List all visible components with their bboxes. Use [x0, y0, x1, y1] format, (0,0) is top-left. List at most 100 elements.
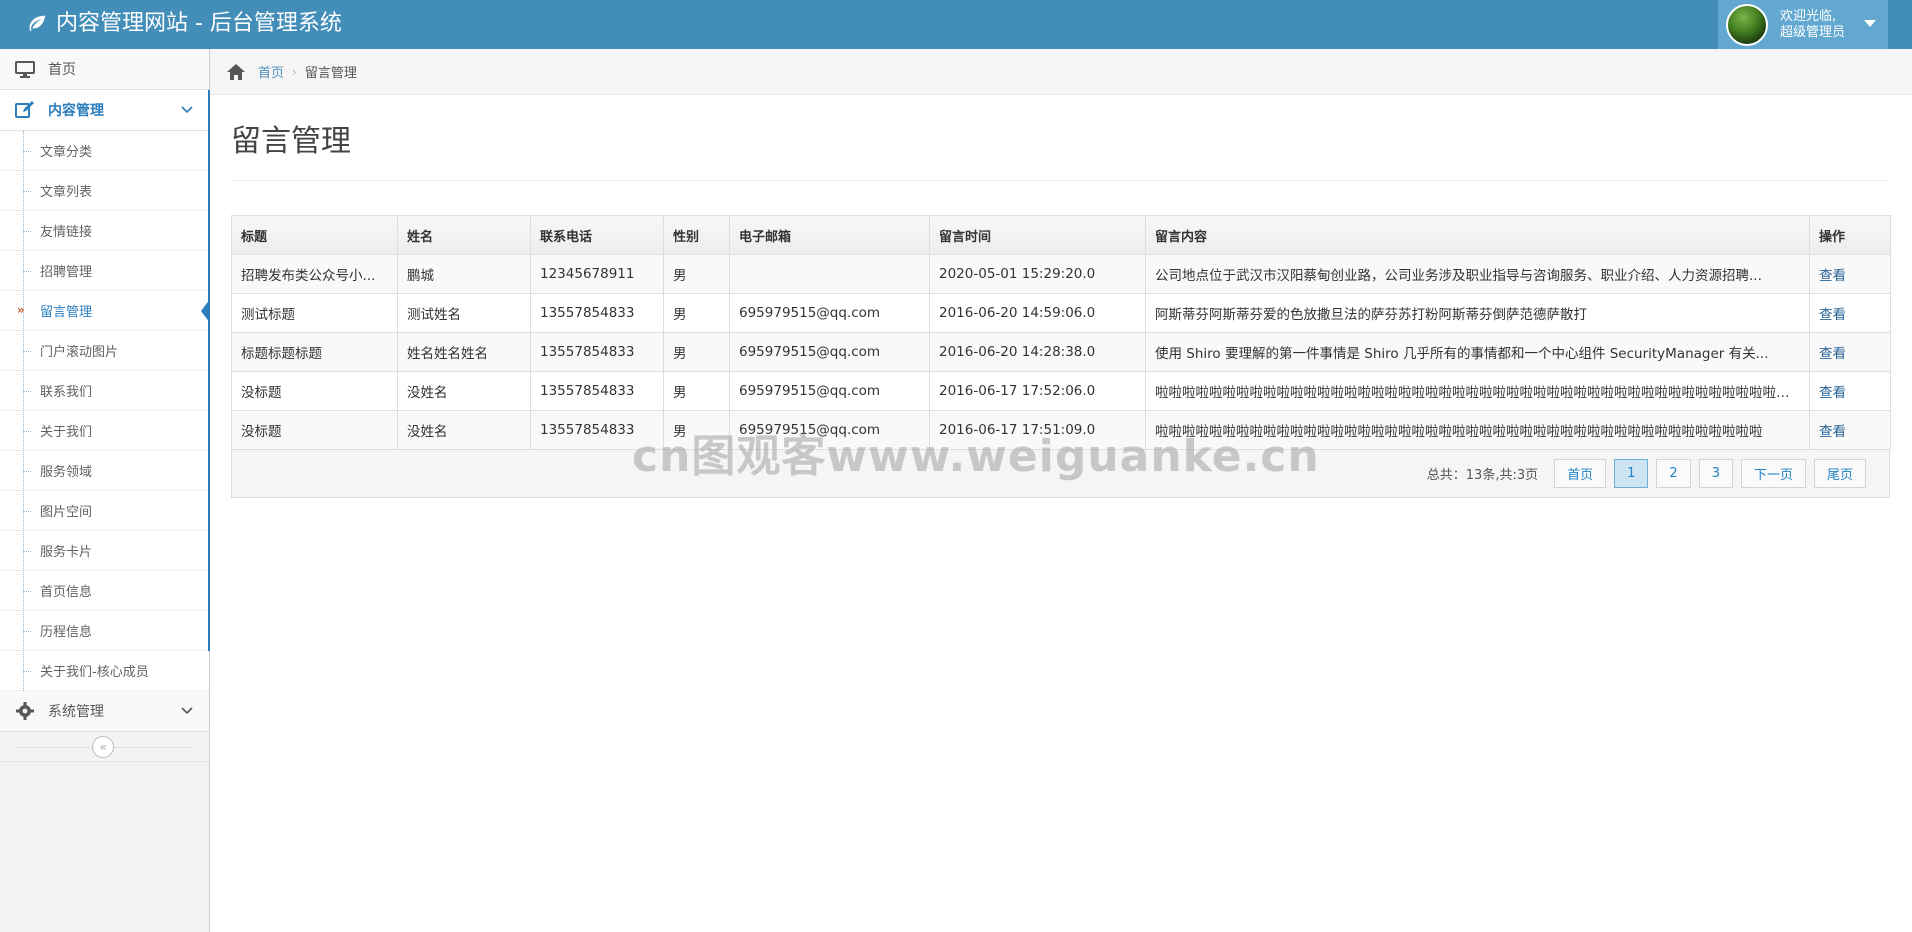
- leaf-icon: [29, 15, 46, 32]
- cell-time: 2016-06-20 14:59:06.0: [929, 293, 1146, 333]
- sidebar-item-friend-links[interactable]: 友情链接: [0, 211, 209, 251]
- messages-table-container: 标题 姓名 联系电话 性别 电子邮箱 留言时间 留言内容 操作 招聘发布类公众号…: [231, 215, 1891, 498]
- cell-phone: 12345678911: [530, 254, 664, 294]
- column-header: 操作: [1809, 215, 1891, 255]
- sidebar-item-carousel[interactable]: 门户滚动图片: [0, 331, 209, 371]
- sidebar-item-recruitment[interactable]: 招聘管理: [0, 251, 209, 291]
- double-chevron-left-icon[interactable]: «: [92, 736, 114, 758]
- view-link[interactable]: 查看: [1819, 385, 1846, 401]
- cell-email: 695979515@qq.com: [729, 293, 930, 333]
- page-button-2[interactable]: 2: [1656, 459, 1691, 488]
- cell-time: 2016-06-17 17:52:06.0: [929, 371, 1146, 411]
- cell-content: 啦啦啦啦啦啦啦啦啦啦啦啦啦啦啦啦啦啦啦啦啦啦啦啦啦啦啦啦啦啦啦啦啦啦啦啦啦啦啦啦…: [1145, 410, 1810, 450]
- user-welcome: 欢迎光临,: [1780, 8, 1837, 24]
- column-header: 联系电话: [530, 215, 664, 255]
- sidebar-item-home-info[interactable]: 首页信息: [0, 571, 209, 611]
- column-header: 标题: [231, 215, 398, 255]
- page-button-3[interactable]: 3: [1698, 459, 1733, 488]
- sidebar-collapse-row: «: [0, 732, 209, 762]
- user-menu[interactable]: 欢迎光临, 超级管理员: [1718, 0, 1888, 49]
- table-row: 没标题 没姓名 13557854833 男 695979515@qq.com 2…: [231, 410, 1891, 450]
- sidebar-item-system-management[interactable]: 系统管理: [0, 691, 209, 732]
- cell-content: 公司地点位于武汉市汉阳蔡甸创业路，公司业务涉及职业指导与咨询服务、职业介绍、人力…: [1145, 254, 1810, 294]
- brand[interactable]: 内容管理网站 - 后台管理系统: [26, 9, 342, 39]
- cell-phone: 13557854833: [530, 293, 664, 333]
- sidebar-item-history[interactable]: 历程信息: [0, 611, 209, 651]
- sidebar-item-about[interactable]: 关于我们: [0, 411, 209, 451]
- sidebar-item-core-members[interactable]: 关于我们-核心成员: [0, 651, 209, 691]
- sidebar-item-contact[interactable]: 联系我们: [0, 371, 209, 411]
- column-header: 留言内容: [1145, 215, 1810, 255]
- brand-title: 内容管理网站 - 后台管理系统: [56, 11, 342, 36]
- column-header: 留言时间: [929, 215, 1146, 255]
- sidebar-item-label: 服务领域: [40, 465, 93, 480]
- sidebar-item-label: 历程信息: [40, 625, 93, 640]
- breadcrumb-current: 留言管理: [304, 66, 357, 81]
- view-link[interactable]: 查看: [1819, 268, 1846, 284]
- sidebar-item-label: 首页: [48, 62, 76, 78]
- pagination-bar: 总共：13条,共:3页 首页 1 2 3 下一页 尾页: [231, 450, 1890, 498]
- page-header: 留言管理: [231, 117, 1890, 181]
- sidebar-item-label: 关于我们: [40, 425, 93, 440]
- sidebar-item-label: 友情链接: [40, 225, 93, 240]
- sidebar-active-edge: [208, 90, 210, 651]
- page-button-1[interactable]: 1: [1614, 459, 1649, 488]
- cell-content: 使用 Shiro 要理解的第一件事情是 Shiro 几乎所有的事情都和一个中心组…: [1145, 332, 1810, 372]
- cell-phone: 13557854833: [530, 371, 664, 411]
- pagination: 总共：13条,共:3页 首页 1 2 3 下一页 尾页: [1427, 459, 1866, 488]
- sidebar-item-messages[interactable]: » 留言管理: [0, 291, 210, 331]
- sidebar-item-label: 服务卡片: [40, 545, 93, 560]
- table-row: 标题标题标题 姓名姓名姓名 13557854833 男 695979515@qq…: [231, 332, 1891, 372]
- cell-time: 2016-06-20 14:28:38.0: [929, 332, 1146, 372]
- sidebar-item-service-cards[interactable]: 服务卡片: [0, 531, 209, 571]
- top-navbar: 内容管理网站 - 后台管理系统 欢迎光临, 超级管理员: [0, 0, 1912, 49]
- sidebar-item-image-space[interactable]: 图片空间: [0, 491, 209, 531]
- messages-table: 标题 姓名 联系电话 性别 电子邮箱 留言时间 留言内容 操作 招聘发布类公众号…: [231, 215, 1891, 450]
- cell-phone: 13557854833: [530, 410, 664, 450]
- last-page-button[interactable]: 尾页: [1813, 459, 1866, 488]
- cell-gender: 男: [663, 410, 730, 450]
- cell-email: 695979515@qq.com: [729, 410, 930, 450]
- sidebar-item-label: 关于我们-核心成员: [40, 665, 149, 680]
- sidebar-item-article-list[interactable]: 文章列表: [0, 171, 209, 211]
- cell-content: 啦啦啦啦啦啦啦啦啦啦啦啦啦啦啦啦啦啦啦啦啦啦啦啦啦啦啦啦啦啦啦啦啦啦啦啦啦啦啦啦…: [1145, 371, 1810, 411]
- cell-name: 测试姓名: [397, 293, 531, 333]
- cell-phone: 13557854833: [530, 332, 664, 372]
- view-link[interactable]: 查看: [1819, 307, 1846, 323]
- cell-name: 没姓名: [397, 410, 531, 450]
- first-page-button[interactable]: 首页: [1554, 459, 1607, 488]
- sidebar-item-service-areas[interactable]: 服务领域: [0, 451, 209, 491]
- sidebar-item-label: 文章列表: [40, 185, 93, 200]
- sidebar-item-label: 文章分类: [40, 145, 93, 160]
- sidebar-item-label: 系统管理: [48, 704, 104, 720]
- cell-title: 没标题: [231, 371, 398, 411]
- cell-name: 鹏城: [397, 254, 531, 294]
- cell-gender: 男: [663, 371, 730, 411]
- cell-title: 没标题: [231, 410, 398, 450]
- cell-time: 2020-05-01 15:29:20.0: [929, 254, 1146, 294]
- breadcrumb-home-link[interactable]: 首页: [258, 62, 284, 81]
- view-link[interactable]: 查看: [1819, 346, 1846, 362]
- sidebar-item-home[interactable]: 首页: [0, 49, 209, 90]
- chevron-down-icon: [181, 103, 193, 119]
- sidebar-item-label: 内容管理: [48, 103, 104, 119]
- table-row: 测试标题 测试姓名 13557854833 男 695979515@qq.com…: [231, 293, 1891, 333]
- breadcrumb: 首页 › 留言管理: [210, 49, 1912, 95]
- sidebar-item-article-category[interactable]: 文章分类: [0, 131, 209, 171]
- sidebar-item-label: 门户滚动图片: [40, 345, 119, 360]
- sidebar: 首页 内容管理 文章分类 文章列表 友情链接 招聘管理 » 留言管理 门户滚动图…: [0, 49, 210, 932]
- cell-time: 2016-06-17 17:51:09.0: [929, 410, 1146, 450]
- sidebar-item-content-management[interactable]: 内容管理: [0, 90, 209, 131]
- page-title: 留言管理: [231, 124, 351, 159]
- double-chevron-right-icon: »: [17, 303, 25, 317]
- cell-gender: 男: [663, 254, 730, 294]
- cell-email: 695979515@qq.com: [729, 371, 930, 411]
- view-link[interactable]: 查看: [1819, 424, 1846, 440]
- chevron-down-icon: [181, 704, 193, 720]
- next-page-button[interactable]: 下一页: [1740, 459, 1806, 488]
- table-row: 招聘发布类公众号小... 鹏城 12345678911 男 2020-05-01…: [231, 254, 1891, 294]
- cell-action: 查看: [1809, 371, 1891, 411]
- sidebar-item-label: 招聘管理: [40, 265, 93, 280]
- pagination-total: 总共：13条,共:3页: [1426, 468, 1539, 483]
- cell-email: [729, 254, 930, 294]
